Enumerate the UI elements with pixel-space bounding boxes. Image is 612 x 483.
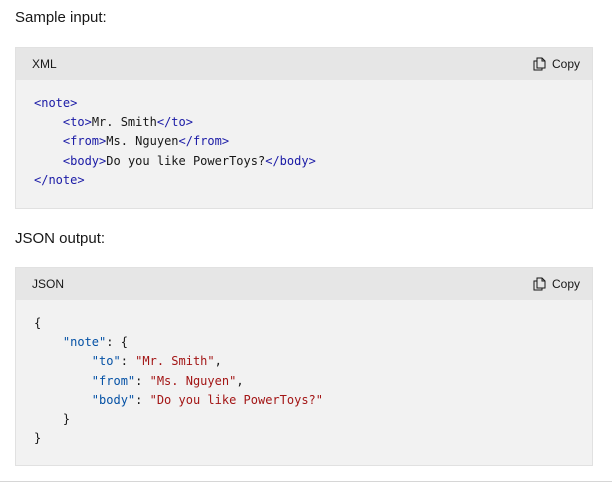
- sample-input-heading: Sample input:: [15, 9, 107, 26]
- xml-tag: <to>: [62, 115, 92, 130]
- json-punct: }: [62, 412, 71, 427]
- json-key: "from": [91, 373, 136, 388]
- xml-text: Mr. Smith: [91, 115, 157, 130]
- xml-code-block: XML Copy <note> <to>Mr. Smith</to> <from…: [15, 47, 593, 209]
- json-punct: }: [34, 431, 42, 446]
- json-key: "to": [91, 354, 121, 369]
- json-copy-label: Copy: [551, 277, 580, 291]
- copy-icon: [533, 57, 546, 71]
- json-string: "Do you like PowerToys?": [149, 392, 323, 407]
- xml-language-label: XML: [32, 57, 57, 71]
- code-line: </note>: [34, 173, 85, 187]
- code-line: {: [34, 316, 41, 330]
- code-line: "body": "Do you like PowerToys?": [34, 393, 323, 407]
- xml-copy-button[interactable]: Copy: [533, 57, 580, 71]
- xml-text: Do you like PowerToys?: [106, 153, 266, 168]
- code-line: "to": "Mr. Smith",: [34, 354, 222, 368]
- xml-tag: <body>: [62, 153, 107, 168]
- json-punct: {: [34, 316, 42, 330]
- xml-code: <note> <to>Mr. Smith</to> <from>Ms. Nguy…: [16, 80, 592, 190]
- code-line: }: [34, 412, 70, 426]
- page-bottom-divider: [0, 481, 612, 482]
- xml-tag: </to>: [156, 115, 193, 130]
- code-line: <body>Do you like PowerToys?</body>: [34, 154, 316, 168]
- json-punct: ,: [214, 354, 222, 369]
- code-line: "from": "Ms. Nguyen",: [34, 374, 244, 388]
- json-code-header: JSON Copy: [16, 268, 592, 300]
- json-punct: ,: [236, 373, 244, 388]
- code-line: }: [34, 431, 41, 445]
- code-line: <note>: [34, 96, 77, 110]
- code-line: "note": {: [34, 335, 128, 349]
- xml-tag: </from>: [178, 134, 230, 149]
- json-punct: :: [120, 354, 136, 369]
- json-language-label: JSON: [32, 277, 65, 291]
- code-line: <from>Ms. Nguyen</from>: [34, 134, 229, 148]
- json-string: "Mr. Smith": [135, 354, 215, 369]
- json-key: "note": [62, 335, 107, 350]
- xml-tag: <from>: [62, 134, 107, 149]
- xml-tag: </body>: [265, 153, 316, 168]
- json-punct: :: [135, 392, 150, 407]
- json-string: "Ms. Nguyen": [149, 373, 237, 388]
- xml-tag: </note>: [34, 172, 85, 187]
- json-punct: : {: [106, 335, 128, 350]
- code-line: <to>Mr. Smith</to>: [34, 115, 193, 129]
- json-key: "body": [91, 392, 136, 407]
- xml-text: Ms. Nguyen: [106, 134, 179, 149]
- xml-code-header: XML Copy: [16, 48, 592, 80]
- xml-tag: <note>: [34, 96, 78, 110]
- json-copy-button[interactable]: Copy: [533, 277, 580, 291]
- json-output-heading: JSON output:: [15, 230, 106, 247]
- json-code: { "note": { "to": "Mr. Smith", "from": "…: [16, 300, 592, 448]
- json-punct: :: [135, 373, 150, 388]
- json-code-block: JSON Copy { "note": { "to": "Mr. Smith",…: [15, 267, 593, 466]
- xml-copy-label: Copy: [551, 57, 580, 71]
- copy-icon: [533, 277, 546, 291]
